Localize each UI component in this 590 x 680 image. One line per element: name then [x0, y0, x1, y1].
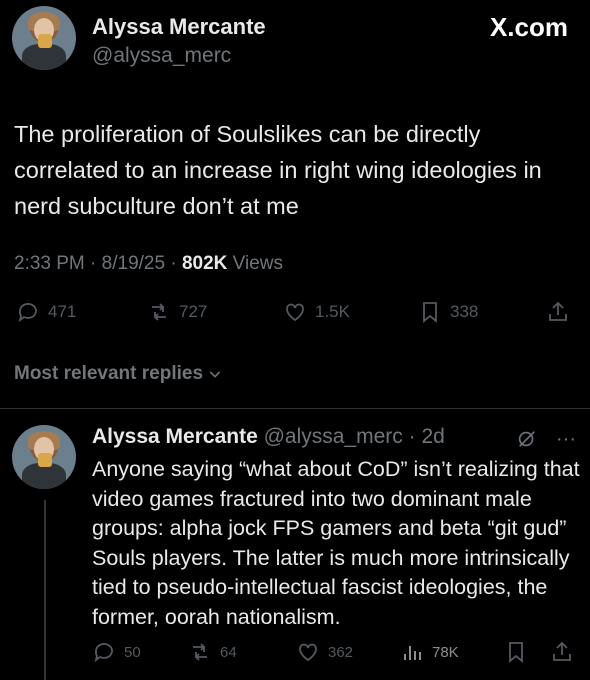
views-count: 802K	[181, 253, 228, 274]
reply-repost-count: 64	[220, 643, 237, 661]
reply-share-button[interactable]	[550, 640, 574, 664]
heart-icon	[286, 303, 304, 322]
reply-author-name[interactable]: Alyssa Mercante	[92, 425, 258, 448]
reply-icon	[18, 303, 37, 323]
tweet-meta: 2:33 PM · 8/19/25 · 802K Views	[14, 253, 283, 274]
grok-icon[interactable]	[516, 428, 538, 456]
reply-repost-button[interactable]: 64	[188, 640, 237, 664]
repost-count: 727	[179, 302, 208, 321]
repost-icon	[193, 643, 207, 661]
author-avatar[interactable]	[12, 6, 76, 70]
divider	[0, 408, 590, 409]
reply-button[interactable]: 471	[16, 300, 76, 324]
brand-label: X.com	[489, 12, 568, 42]
reply-sort-label: Most relevant replies	[14, 363, 204, 384]
author-handle[interactable]: @alyssa_merc	[92, 44, 231, 68]
like-count: 1.5K	[315, 302, 350, 321]
reply-header: Alyssa Mercante @alyssa_merc · 2d	[92, 425, 445, 448]
reply-actions: 50 64 362 78K	[0, 640, 590, 670]
reply-bookmark-button[interactable]	[504, 640, 528, 664]
share-button[interactable]	[546, 300, 570, 324]
reply-views-count: 78K	[432, 643, 459, 661]
bookmark-icon	[423, 302, 437, 323]
views-label: Views	[232, 253, 283, 274]
reply-author-avatar[interactable]	[12, 425, 76, 489]
reply-icon	[94, 643, 113, 663]
tweet-time[interactable]: 2:33 PM	[14, 253, 85, 274]
bookmark-count: 338	[450, 302, 479, 321]
chevron-down-icon	[209, 371, 221, 378]
reply-like-button[interactable]: 362	[296, 640, 353, 664]
bookmark-icon	[509, 642, 523, 663]
views-icon	[404, 646, 421, 660]
bookmark-button[interactable]: 338	[418, 300, 478, 324]
reply-reply-count: 50	[124, 643, 141, 661]
reply-sort-dropdown[interactable]: Most relevant replies	[14, 363, 223, 385]
tweet-date[interactable]: 8/19/25	[102, 253, 165, 274]
tweet-text: The proliferation of Soulslikes can be d…	[14, 121, 542, 219]
reply-like-count: 362	[328, 643, 354, 661]
repost-icon	[152, 303, 166, 321]
reply-count: 471	[48, 302, 77, 321]
author-name[interactable]: Alyssa Mercante	[92, 14, 266, 40]
share-icon	[549, 301, 567, 321]
reply-views-button[interactable]: 78K	[400, 640, 459, 664]
repost-button[interactable]: 727	[147, 300, 207, 324]
more-icon[interactable]: ···	[556, 428, 576, 456]
reply-top-icons: ···	[516, 428, 576, 456]
reply-text: Anyone saying “what about CoD” isn’t rea…	[92, 457, 580, 629]
reply-reply-button[interactable]: 50	[92, 640, 141, 664]
reply-author-handle[interactable]: @alyssa_merc	[264, 425, 403, 448]
like-button[interactable]: 1.5K	[283, 300, 350, 324]
reply-age[interactable]: 2d	[421, 425, 444, 448]
heart-icon	[299, 643, 317, 662]
tweet-actions: 471 727 1.5K 338	[0, 300, 590, 330]
share-icon	[553, 641, 571, 661]
